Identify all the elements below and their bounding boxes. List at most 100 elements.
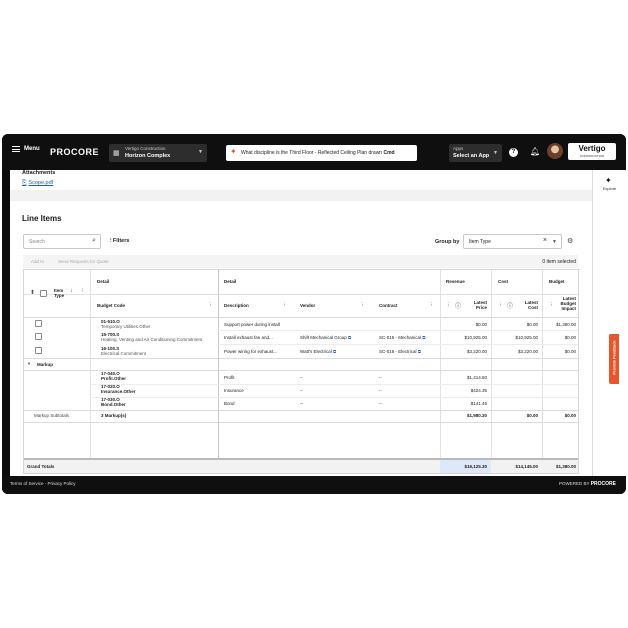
col-budget-code[interactable]: Budget Code — [97, 303, 125, 308]
row-vendor[interactable]: Watt's Electrical ⧉ — [300, 349, 336, 354]
more-icon[interactable]: ⋮ — [208, 302, 213, 308]
row-divider — [24, 410, 578, 411]
col-latest-price[interactable]: Latest Price — [464, 300, 487, 310]
external-link-icon[interactable]: ⧉ — [422, 335, 425, 340]
group-revenue: Revenue — [446, 279, 465, 284]
row-contract[interactable]: SC-016 - Electrical ⧉ — [379, 349, 421, 354]
project-name: Horizon Complex — [125, 153, 171, 159]
notifications-bell-icon[interactable]: 🔔︎ — [530, 147, 540, 156]
markup-subtotal-cost: $0.00 — [526, 413, 538, 418]
row-latest-price: $10,925.00 — [464, 335, 487, 340]
row-budget-code-desc: Heating, Venting and Air Conditioning.Co… — [101, 337, 203, 342]
row-vendor[interactable]: Shift Mechanical Group ⧉ — [300, 335, 351, 340]
markup-budget-code-desc: Insurance.Other — [101, 389, 136, 394]
sort-arrow-icon[interactable]: ↓ — [70, 288, 73, 294]
more-icon[interactable]: ⋮ — [498, 302, 503, 308]
company-brand-logo: Vertigo CONSTRUCTION — [568, 143, 616, 160]
markup-subtotal-price: $1,980.30 — [466, 413, 487, 418]
header-divider — [24, 317, 578, 318]
select-all-checkbox[interactable] — [40, 290, 47, 297]
row-budget-impact: $0.00 — [564, 349, 576, 354]
row-checkbox[interactable] — [35, 320, 42, 327]
apps-selector[interactable]: Apps Select an App ▼ — [449, 144, 502, 162]
markup-budget-code-desc: Bond.Other — [101, 402, 126, 407]
footer-links[interactable]: Terms of Service · Privacy Policy — [10, 481, 76, 486]
powered-by-brand: PROCORE — [590, 481, 616, 487]
feedback-label: Provide Feedback — [611, 340, 617, 375]
row-description[interactable]: Install exhaust fan and... — [224, 335, 273, 340]
markup-budget-code-desc: Profit.Other — [101, 376, 127, 381]
row-checkbox[interactable] — [35, 347, 42, 354]
row-divider — [24, 358, 578, 359]
markup-subtotal-budget: $0.00 — [564, 413, 576, 418]
row-budget-code-desc: Temporary Utilities.Other — [101, 324, 151, 329]
procore-logo[interactable]: PROCORE — [50, 147, 99, 157]
row-budget-impact: $1,380.00 — [555, 322, 576, 327]
row-checkbox[interactable] — [35, 333, 42, 340]
more-icon[interactable]: ⋮ — [549, 302, 554, 308]
row-latest-cost: $3,220.00 — [517, 349, 538, 354]
help-icon[interactable]: ? — [509, 148, 518, 157]
group-by-select[interactable]: Item Type × ▼ — [463, 234, 562, 249]
explore-label: Explore — [602, 186, 617, 191]
markup-vendor: -- — [300, 401, 303, 406]
attachment-link[interactable]: ⎘ Scope.pdf — [22, 180, 53, 187]
col-divider — [90, 270, 91, 458]
more-icon[interactable]: ⋮ — [429, 302, 434, 308]
hamburger-icon — [12, 146, 20, 152]
project-selector[interactable]: ▦ Vertigo Construction Horizon Complex ▼ — [109, 144, 207, 162]
markup-subtotal-count: 3 Markup(s) — [101, 413, 127, 418]
sort-icon[interactable]: ⬍ — [30, 289, 35, 296]
more-icon[interactable]: ⋮ — [282, 302, 287, 308]
assist-icon: ✦ — [230, 147, 237, 156]
more-icon[interactable]: ⋮ — [80, 288, 85, 294]
attachments-section: Attachments ⎘ Scope.pdf — [10, 170, 592, 190]
user-avatar[interactable] — [547, 143, 563, 159]
markup-description: Profit — [224, 375, 235, 380]
external-link-icon[interactable]: ⧉ — [348, 335, 351, 340]
assistant-search[interactable]: ✦ What discipline is the Third Floor - R… — [226, 145, 417, 161]
footer: Terms of Service · Privacy Policy POWERE… — [2, 476, 626, 494]
markup-contract: -- — [379, 388, 382, 393]
search-input[interactable]: Search ⌕ — [23, 234, 101, 249]
menu-button[interactable]: Menu — [12, 146, 40, 152]
markup-subtotal-label: Markup Subtotals — [34, 413, 70, 418]
attachment-filename: Scope.pdf — [28, 180, 54, 186]
assistant-shortcut: Cmd — [383, 150, 395, 156]
external-link-icon[interactable]: ⧉ — [333, 349, 336, 354]
col-latest-budget-impact[interactable]: Latest Budget Impact — [554, 296, 577, 311]
markup-contract: -- — [379, 375, 382, 380]
explore-icon[interactable]: ✦ — [605, 176, 612, 185]
row-description[interactable]: Power wiring for exhaust... — [224, 349, 277, 354]
markup-latest-price: $141.45 — [470, 401, 487, 406]
col-vendor[interactable]: Vendor — [300, 303, 315, 308]
brand-sub: CONSTRUCTION — [579, 154, 605, 158]
attachments-title: Attachments — [22, 170, 56, 176]
add-to-button[interactable]: Add to — [31, 259, 44, 264]
external-link-icon[interactable]: ⧉ — [418, 349, 421, 354]
row-latest-price: $0.00 — [475, 322, 487, 327]
more-icon[interactable]: ⋮ — [446, 302, 451, 308]
col-description[interactable]: Description — [224, 303, 249, 308]
row-contract[interactable]: SC-015 - Mechanical ⧉ — [379, 335, 426, 340]
info-icon[interactable]: ⓘ — [507, 301, 513, 310]
apps-value: Select an App — [453, 153, 490, 159]
page: Menu PROCORE ▦ Vertigo Construction Hori… — [0, 0, 628, 628]
row-description[interactable]: Support power during install — [224, 322, 280, 327]
grand-total-cost: $14,145.00 — [515, 464, 538, 469]
col-contract[interactable]: Contract — [379, 303, 398, 308]
filters-button[interactable]: ⫶ Filters — [110, 238, 129, 245]
top-navigation-bar: Menu PROCORE ▦ Vertigo Construction Hori… — [2, 134, 626, 170]
row-divider — [90, 397, 578, 398]
col-item-type[interactable]: Item Type — [54, 288, 64, 298]
provide-feedback-tab[interactable]: Provide Feedback — [609, 334, 619, 384]
line-items-title: Line Items — [22, 214, 62, 223]
info-icon[interactable]: ⓘ — [455, 301, 461, 310]
more-icon[interactable]: ⋮ — [360, 302, 365, 308]
table-settings-icon[interactable]: ⚙ — [567, 237, 573, 245]
clear-icon[interactable]: × — [543, 237, 547, 244]
col-latest-cost[interactable]: Latest Cost — [514, 300, 538, 310]
row-contract-name: SC-016 - Electrical — [379, 349, 417, 354]
collapse-chevron-icon[interactable]: ▼ — [27, 361, 31, 366]
send-rfq-button[interactable]: Send Requests for Quote — [58, 259, 109, 264]
